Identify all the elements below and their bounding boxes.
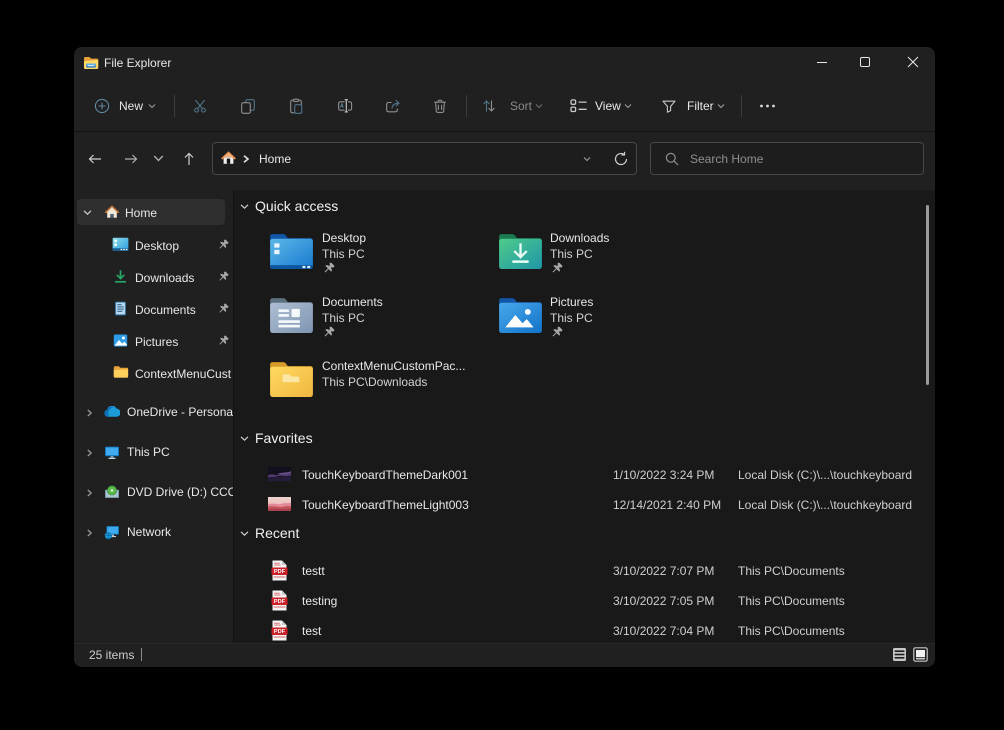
svg-text:PDF: PDF: [274, 599, 286, 605]
svg-text:PDF: PDF: [274, 629, 286, 635]
svg-text:PDF: PDF: [274, 569, 286, 575]
